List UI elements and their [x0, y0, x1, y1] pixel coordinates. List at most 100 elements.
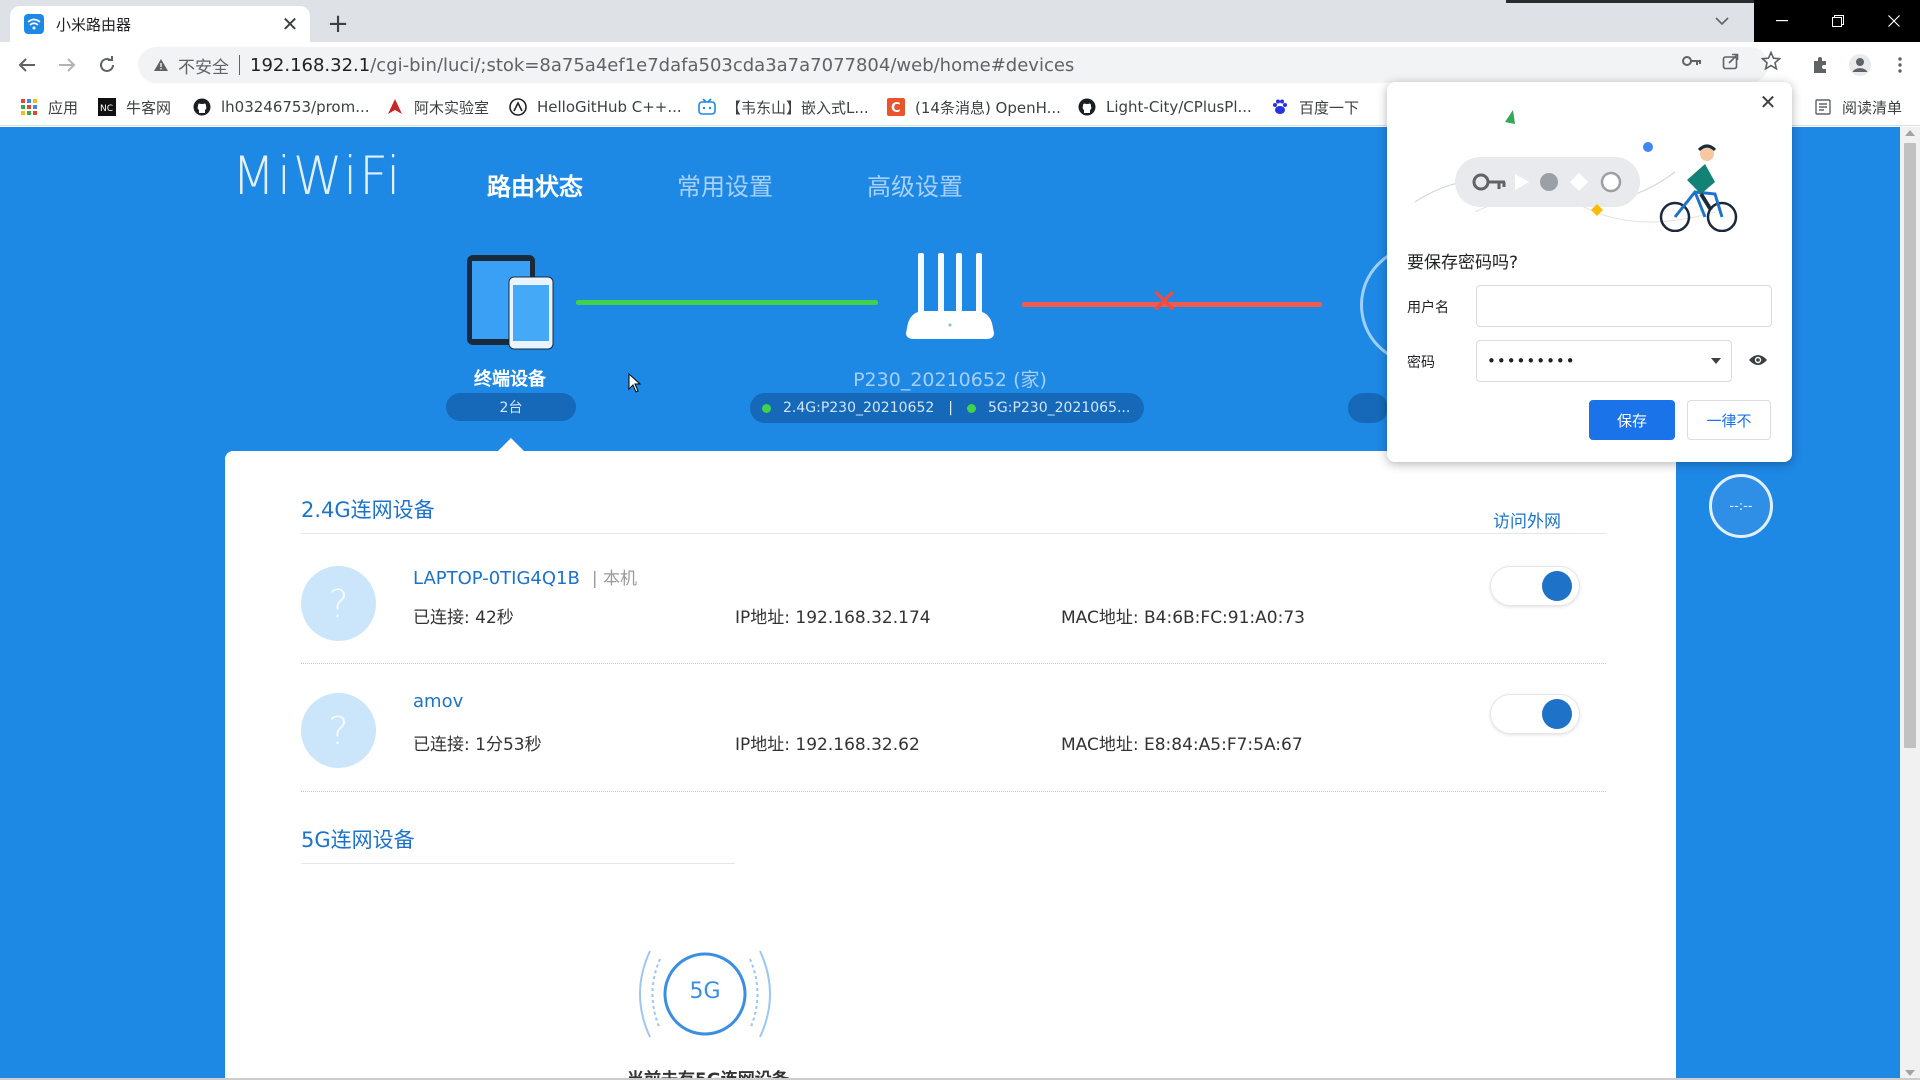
- clock-widget[interactable]: --:--: [1709, 474, 1773, 538]
- scrollbar-thumb[interactable]: [1904, 143, 1916, 748]
- section-title-5g: 5G连网设备: [301, 828, 415, 852]
- forward-arrow-icon[interactable]: [51, 49, 83, 81]
- reading-list-label: 阅读清单: [1842, 98, 1903, 117]
- nav-router-status[interactable]: 路由状态: [487, 167, 583, 202]
- tab-close-icon[interactable]: ✕: [278, 12, 302, 36]
- tab-search-chevron-icon[interactable]: [1706, 6, 1738, 36]
- divider: [301, 663, 1606, 664]
- reading-list-icon: [1814, 98, 1832, 116]
- extensions-puzzle-icon[interactable]: [1804, 49, 1836, 81]
- dialog-title: 要保存密码吗?: [1407, 253, 1519, 273]
- router-name[interactable]: P230_20210652 (家): [800, 365, 1100, 392]
- mouse-cursor-icon: [628, 372, 642, 397]
- never-button[interactable]: 一律不: [1687, 400, 1771, 440]
- dropdown-arrow-icon[interactable]: [1711, 358, 1721, 364]
- wifi-favicon-icon: [24, 14, 44, 34]
- window-controls: [1754, 0, 1920, 42]
- bookmark-baidu[interactable]: 百度一下: [1271, 94, 1359, 120]
- status-dot-icon: [762, 403, 771, 413]
- scroll-up-arrow-icon[interactable]: [1905, 130, 1915, 136]
- device-access-toggle[interactable]: [1490, 566, 1580, 606]
- minimize-icon[interactable]: [1754, 0, 1810, 42]
- github-icon: [193, 98, 211, 116]
- menu-kebab-icon[interactable]: [1884, 49, 1916, 81]
- bookmark-label: 应用: [48, 98, 79, 117]
- amu-lab-icon: [386, 98, 404, 116]
- profile-avatar-icon[interactable]: [1844, 49, 1876, 81]
- device-ip: IP地址: 192.168.32.174: [735, 608, 931, 628]
- baidu-icon: [1271, 98, 1289, 116]
- bookmark-star-icon[interactable]: [1760, 50, 1782, 72]
- bookmark-apps[interactable]: 应用: [20, 94, 78, 120]
- nav-common-settings[interactable]: 常用设置: [677, 167, 773, 202]
- bookmark-label: 阿木实验室: [414, 98, 490, 117]
- bookmark-csdn[interactable]: C (14条消息) OpenH...: [887, 94, 1061, 120]
- reload-icon[interactable]: [91, 49, 123, 81]
- save-button[interactable]: 保存: [1589, 400, 1675, 440]
- devices-label[interactable]: 终端设备: [430, 365, 590, 391]
- share-icon[interactable]: [1720, 50, 1742, 72]
- tab-title: 小米路由器: [56, 15, 132, 34]
- password-illustration: [1414, 102, 1755, 236]
- miwifi-logo[interactable]: MiWiFi: [232, 146, 402, 207]
- restore-icon[interactable]: [1810, 0, 1866, 42]
- bookmark-label: 牛客网: [126, 98, 172, 117]
- password-label: 密码: [1407, 355, 1435, 371]
- password-value: •••••••••: [1487, 352, 1576, 370]
- connected-line: [576, 300, 878, 305]
- self-tag: | 本机: [591, 569, 637, 589]
- internet-access-link[interactable]: 访问外网: [1493, 507, 1561, 532]
- bookmark-amu-lab[interactable]: 阿木实验室: [386, 94, 489, 120]
- browser-tab[interactable]: 小米路由器 ✕: [10, 6, 310, 42]
- key-icon[interactable]: [1681, 50, 1703, 72]
- ssid-badge[interactable]: 2.4G:P230_20210652 | 5G:P230_2021065...: [750, 393, 1144, 423]
- close-window-icon[interactable]: [1866, 0, 1920, 42]
- nav-advanced-settings[interactable]: 高级设置: [867, 167, 963, 202]
- bilibili-icon: [698, 98, 716, 116]
- device-name-text: LAPTOP-0TIG4Q1B: [413, 568, 580, 589]
- ssid-24g: 2.4G:P230_20210652: [783, 400, 935, 416]
- devices-panel: 2.4G连网设备 访问外网 ? LAPTOP-0TIG4Q1B | 本机 已连接:…: [225, 451, 1676, 1080]
- wifi-5g-icon: 5G: [620, 939, 790, 1053]
- divider: [301, 533, 1606, 534]
- devices-tablet-phone-icon[interactable]: [465, 253, 561, 357]
- username-input[interactable]: [1476, 285, 1772, 327]
- reading-list[interactable]: 阅读清单: [1814, 94, 1902, 120]
- internet-status-badge[interactable]: [1348, 393, 1388, 423]
- bookmark-github-cplusplus[interactable]: Light-City/CPlusPl...: [1078, 94, 1252, 120]
- address-bar[interactable]: 不安全 192.168.32.1/cgi-bin/luci/;stok=8a75…: [138, 47, 1768, 83]
- bookmark-bilibili[interactable]: 【韦东山】嵌入式L...: [698, 94, 869, 120]
- warning-triangle-icon[interactable]: [152, 56, 170, 74]
- device-access-toggle[interactable]: [1490, 694, 1580, 734]
- eye-icon[interactable]: [1748, 352, 1772, 370]
- password-select[interactable]: •••••••••: [1476, 340, 1732, 382]
- devices-count-badge[interactable]: 2台: [446, 393, 576, 421]
- divider: [301, 863, 735, 864]
- back-arrow-icon[interactable]: [11, 49, 43, 81]
- nowcoder-icon: NC: [98, 98, 116, 116]
- bookmark-label: Light-City/CPlusPl...: [1106, 98, 1252, 116]
- ssid-5g: 5G:P230_2021065...: [987, 400, 1131, 416]
- device-name[interactable]: LAPTOP-0TIG4Q1B | 本机: [413, 564, 637, 589]
- bookmark-label: 【韦东山】嵌入式L...: [726, 98, 869, 117]
- svg-text:C: C: [891, 101, 901, 116]
- router-icon[interactable]: [898, 253, 1002, 357]
- bookmark-github-prom[interactable]: lh03246753/prom...: [193, 94, 370, 120]
- device-ip: IP地址: 192.168.32.62: [735, 735, 920, 755]
- bookmark-label: HelloGitHub C++...: [537, 98, 682, 116]
- page-scrollbar[interactable]: [1900, 127, 1920, 1080]
- new-tab-button[interactable]: +: [322, 8, 354, 40]
- url-path: /cgi-bin/luci/;stok=8a75a4ef1e7dafa503cd…: [370, 54, 1075, 76]
- bookmark-nowcoder[interactable]: NC 牛客网: [98, 94, 171, 120]
- scroll-down-arrow-icon[interactable]: [1905, 1070, 1915, 1076]
- hellogithub-icon: [509, 98, 527, 116]
- close-icon[interactable]: ✕: [1756, 90, 1780, 114]
- insecure-label[interactable]: 不安全: [178, 53, 229, 78]
- device-name[interactable]: amov: [413, 691, 463, 712]
- device-mac: MAC地址: E8:84:A5:F7:5A:67: [1061, 735, 1303, 755]
- bookmark-hellogithub[interactable]: HelloGitHub C++...: [509, 94, 682, 120]
- device-avatar: ?: [301, 566, 376, 641]
- disconnected-x-icon: ✕: [1150, 282, 1179, 322]
- github-icon: [1078, 98, 1096, 116]
- url-host: 192.168.32.1: [250, 54, 371, 76]
